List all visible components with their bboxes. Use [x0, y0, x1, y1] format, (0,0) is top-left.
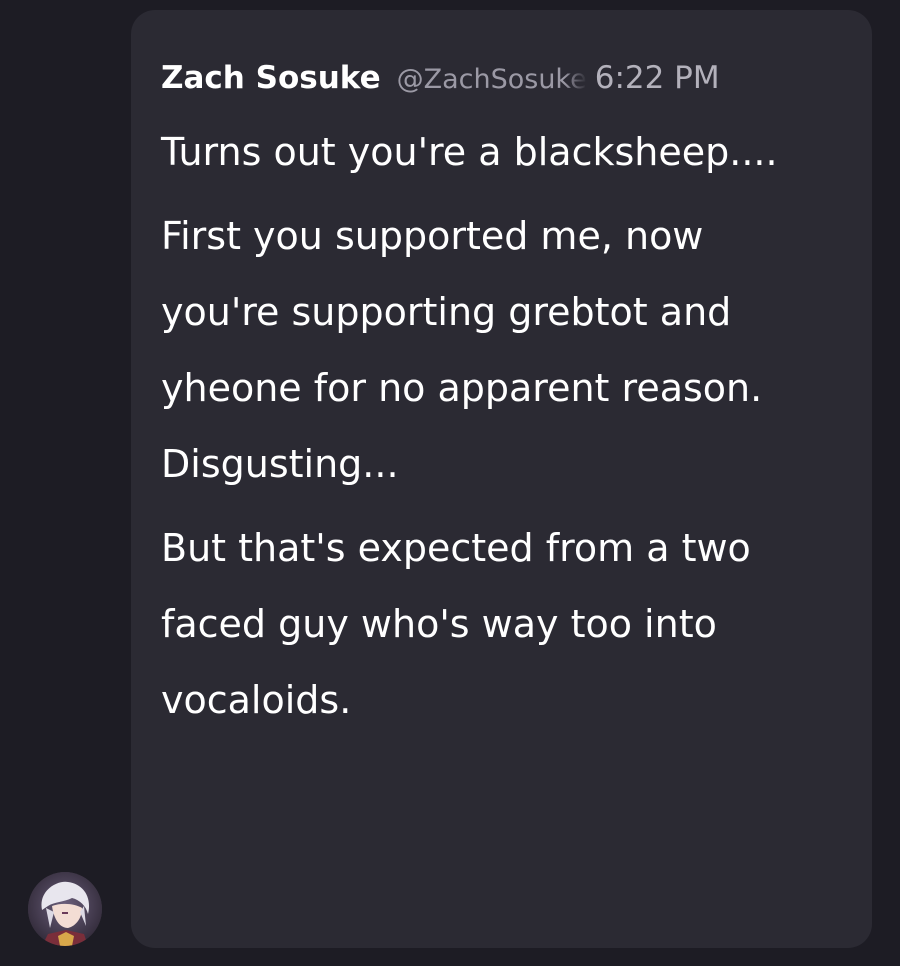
timestamp: 6:22 PM	[594, 60, 720, 96]
avatar[interactable]	[28, 872, 102, 946]
avatar-icon	[28, 872, 102, 946]
message-paragraph: First you supported me, now you're suppo…	[161, 214, 763, 486]
message-paragraph: Turns out you're a blacksheep....	[161, 130, 778, 174]
author-name[interactable]: Zach Sosuke	[161, 56, 381, 100]
chat-screen: Zach Sosuke @ZachSosuke 6:22 PM Turns ou…	[0, 0, 900, 966]
message-bubble[interactable]: Zach Sosuke @ZachSosuke 6:22 PM Turns ou…	[131, 10, 872, 948]
author-handle[interactable]: @ZachSosuke	[397, 58, 587, 102]
message-body: Turns out you're a blacksheep.... First …	[161, 114, 821, 738]
message-header: Zach Sosuke @ZachSosuke 6:22 PM	[161, 56, 842, 100]
message-paragraph: But that's expected from a two faced guy…	[161, 526, 751, 722]
